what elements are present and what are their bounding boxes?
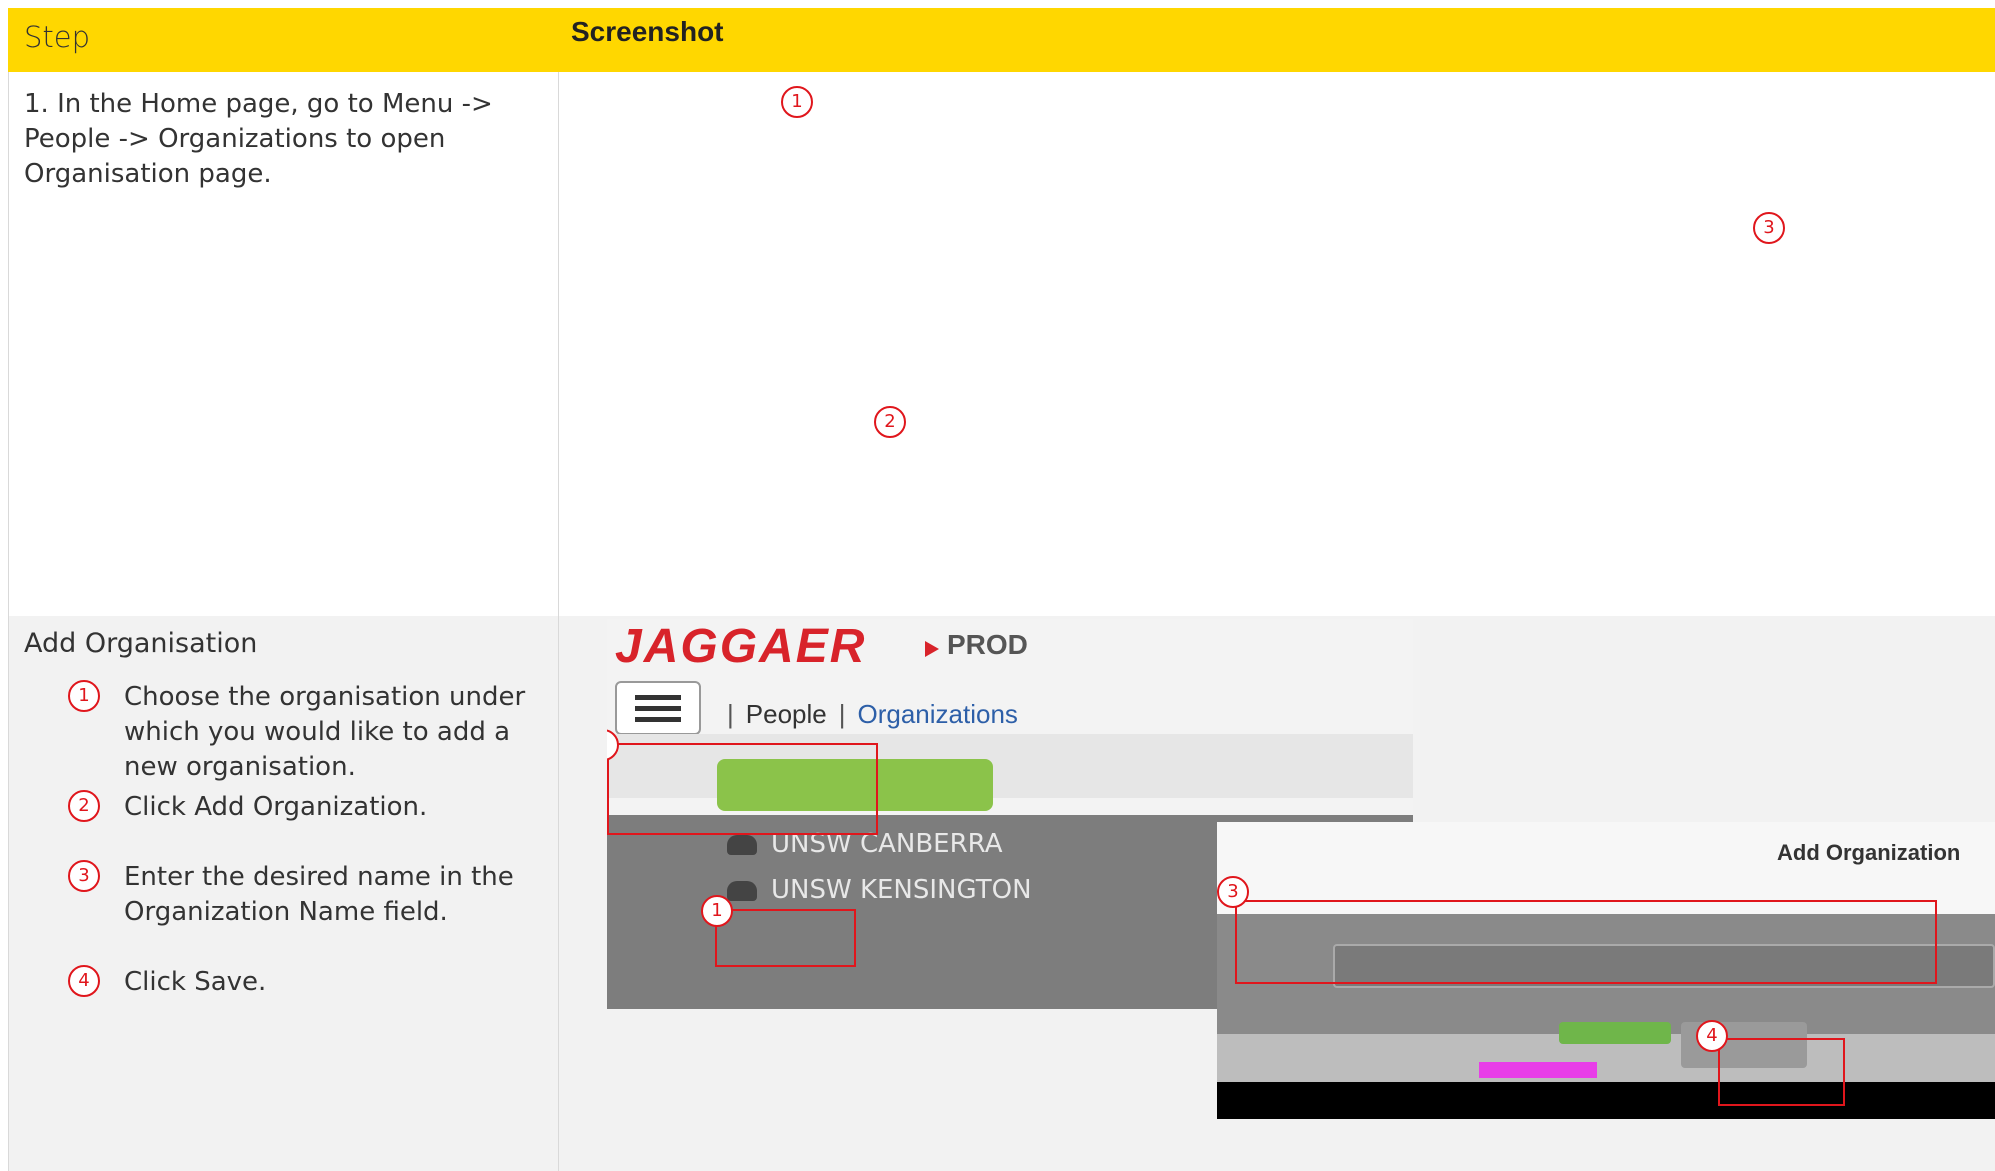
item-2-marker: 2 xyxy=(68,790,100,822)
left-border xyxy=(8,72,9,1171)
menu-line-icon xyxy=(635,717,681,722)
shot-marker-1: 1 xyxy=(701,895,733,927)
breadcrumb-separator: | xyxy=(727,699,734,729)
breadcrumb-separator: | xyxy=(838,699,846,729)
item-4-text: Click Save. xyxy=(124,967,267,997)
group-icon xyxy=(727,834,757,855)
modal-footer xyxy=(1217,1022,1995,1082)
item-2-text: Click Add Organization. xyxy=(124,792,428,822)
marker-3: 3 xyxy=(1753,212,1785,244)
highlight-box-4 xyxy=(1718,1038,1845,1106)
menu-button[interactable] xyxy=(615,681,701,735)
add-organisation-title: Add Organisation xyxy=(24,628,258,659)
shot-marker-3: 3 xyxy=(1217,876,1249,908)
env-badge: PROD xyxy=(947,629,1028,660)
menu-line-icon xyxy=(635,706,681,711)
logo-arrow-icon xyxy=(925,641,939,657)
breadcrumb-organizations[interactable]: Organizations xyxy=(858,699,1018,729)
modal-bottom-bar xyxy=(1217,1082,1995,1119)
item-1-marker: 1 xyxy=(68,680,100,712)
column-divider xyxy=(558,72,559,1171)
item-1-text: Choose the organisation under which you … xyxy=(124,682,526,782)
highlight-box-2 xyxy=(607,743,878,835)
item-3-marker: 3 xyxy=(68,860,100,892)
group-icon xyxy=(727,880,757,901)
shot-marker-4: 4 xyxy=(1696,1020,1728,1052)
marker-1: 1 xyxy=(781,86,813,118)
jaggaer-logo: JAGGAER xyxy=(615,620,867,673)
save-button[interactable] xyxy=(1559,1022,1671,1044)
highlight-box-1 xyxy=(715,909,856,967)
highlight-box-3 xyxy=(1235,900,1937,984)
status-bar xyxy=(1479,1062,1597,1078)
item-3-text: Enter the desired name in the Organizati… xyxy=(124,862,514,927)
step-1-text: 1. In the Home page, go to Menu -> Peopl… xyxy=(24,89,493,189)
header-screenshot: Screenshot xyxy=(571,16,724,47)
menu-line-icon xyxy=(635,695,681,700)
tree-item-label: UNSW KENSINGTON xyxy=(771,875,1032,905)
breadcrumb-people[interactable]: People xyxy=(746,699,827,729)
modal-title: Add Organization xyxy=(1777,840,1961,865)
marker-2: 2 xyxy=(874,406,906,438)
header-step: Step xyxy=(24,20,91,54)
tree-item-kensington[interactable]: UNSW KENSINGTON xyxy=(727,875,1032,905)
table-header: Step Screenshot xyxy=(8,8,1995,72)
breadcrumb: | People | Organizations xyxy=(715,699,1018,730)
step-row-1: 1. In the Home page, go to Menu -> Peopl… xyxy=(8,72,1995,617)
item-4-marker: 4 xyxy=(68,965,100,997)
add-organization-modal: Add Organization 3 4 xyxy=(1217,822,1995,1119)
